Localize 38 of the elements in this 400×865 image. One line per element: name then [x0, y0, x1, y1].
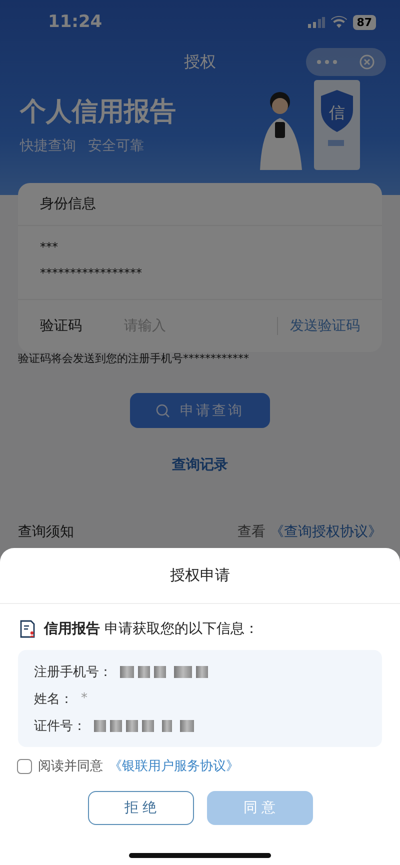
agreement-link[interactable]: 《查询授权协议》	[270, 524, 382, 540]
refuse-button[interactable]: 拒 绝	[88, 791, 194, 825]
field-value: *	[81, 691, 88, 706]
card-heading: 身份信息	[18, 183, 382, 226]
banner-tagline: 快捷查询	[20, 137, 76, 155]
search-icon	[156, 404, 170, 418]
banner-title: 个人信用报告	[20, 96, 176, 129]
person-with-phone-drawing: 信	[250, 80, 360, 170]
blurred-value	[120, 666, 166, 678]
document-icon	[20, 620, 36, 638]
masked-id-number: *****************	[40, 266, 143, 280]
wifi-icon	[330, 16, 347, 28]
page-title: 授权	[184, 52, 216, 72]
agreement-text: 阅读并同意	[38, 758, 103, 775]
code-label: 验证码	[40, 317, 82, 335]
more-icon[interactable]	[317, 60, 337, 64]
close-icon[interactable]	[359, 54, 375, 70]
field-label: 证件号：	[34, 718, 86, 734]
blurred-value	[162, 720, 172, 732]
sheet-title: 授权申请	[0, 548, 400, 604]
masked-name: ***	[40, 240, 59, 254]
blurred-value	[174, 666, 208, 678]
blurred-value	[180, 720, 194, 732]
battery-level: 87	[352, 14, 376, 30]
field-label: 注册手机号：	[34, 664, 112, 680]
request-text: 信用报告 申请获取您的以下信息：	[44, 620, 258, 638]
agreement-link[interactable]: 《银联用户服务协议》	[109, 757, 239, 775]
status-time: 11:24	[48, 12, 102, 32]
blurred-value	[94, 720, 154, 732]
notice-prefix: 查看	[238, 524, 266, 540]
banner-tagline: 安全可靠	[88, 137, 144, 155]
query-button[interactable]: 申请查询	[130, 393, 270, 428]
agreement-checkbox[interactable]	[17, 758, 32, 774]
send-code-link[interactable]: 发送验证码	[290, 317, 360, 335]
records-link[interactable]: 查询记录	[172, 456, 228, 474]
hint-text: 验证码将会发送到您的注册手机号************	[18, 351, 249, 366]
notice-title: 查询须知	[18, 523, 74, 541]
field-label: 姓名：	[34, 690, 73, 708]
